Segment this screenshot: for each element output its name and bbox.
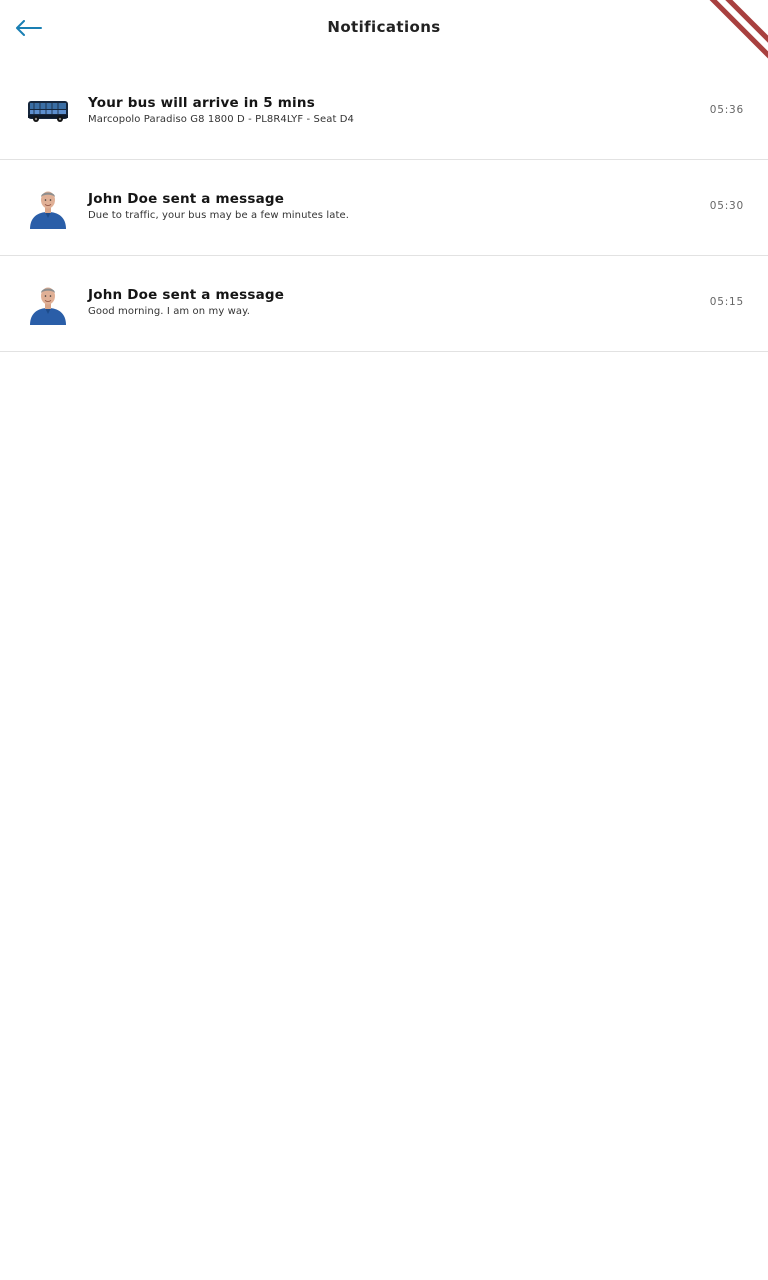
notification-title: John Doe sent a message: [88, 287, 285, 303]
notification-item[interactable]: John Doe sent a message Due to traffic, …: [0, 160, 768, 256]
notifications-screen: Notifications Your bus will arrive in 5 …: [0, 0, 768, 1280]
notification-list: Your bus will arrive in 5 mins Marcopolo…: [0, 64, 768, 352]
notification-title: John Doe sent a message: [88, 191, 285, 207]
bus-image: [26, 89, 70, 133]
notification-time: 05:30: [709, 200, 744, 212]
notification-subtitle: Marcopolo Paradiso G8 1800 D - PL8R4LYF …: [88, 114, 355, 125]
avatar-image: [26, 185, 70, 229]
notification-time: 05:36: [709, 104, 744, 116]
notification-subtitle: Due to traffic, your bus may be a few mi…: [88, 210, 350, 221]
notification-time: 05:15: [709, 296, 744, 308]
avatar-image: [26, 281, 70, 325]
notification-title: Your bus will arrive in 5 mins: [88, 95, 315, 111]
debug-banner: [708, 0, 768, 60]
app-bar: Notifications: [0, 0, 768, 56]
notification-subtitle: Good morning. I am on my way.: [88, 306, 250, 317]
notification-item[interactable]: Your bus will arrive in 5 mins Marcopolo…: [0, 64, 768, 160]
notification-item[interactable]: John Doe sent a message Good morning. I …: [0, 256, 768, 352]
page-title: Notifications: [327, 18, 441, 36]
